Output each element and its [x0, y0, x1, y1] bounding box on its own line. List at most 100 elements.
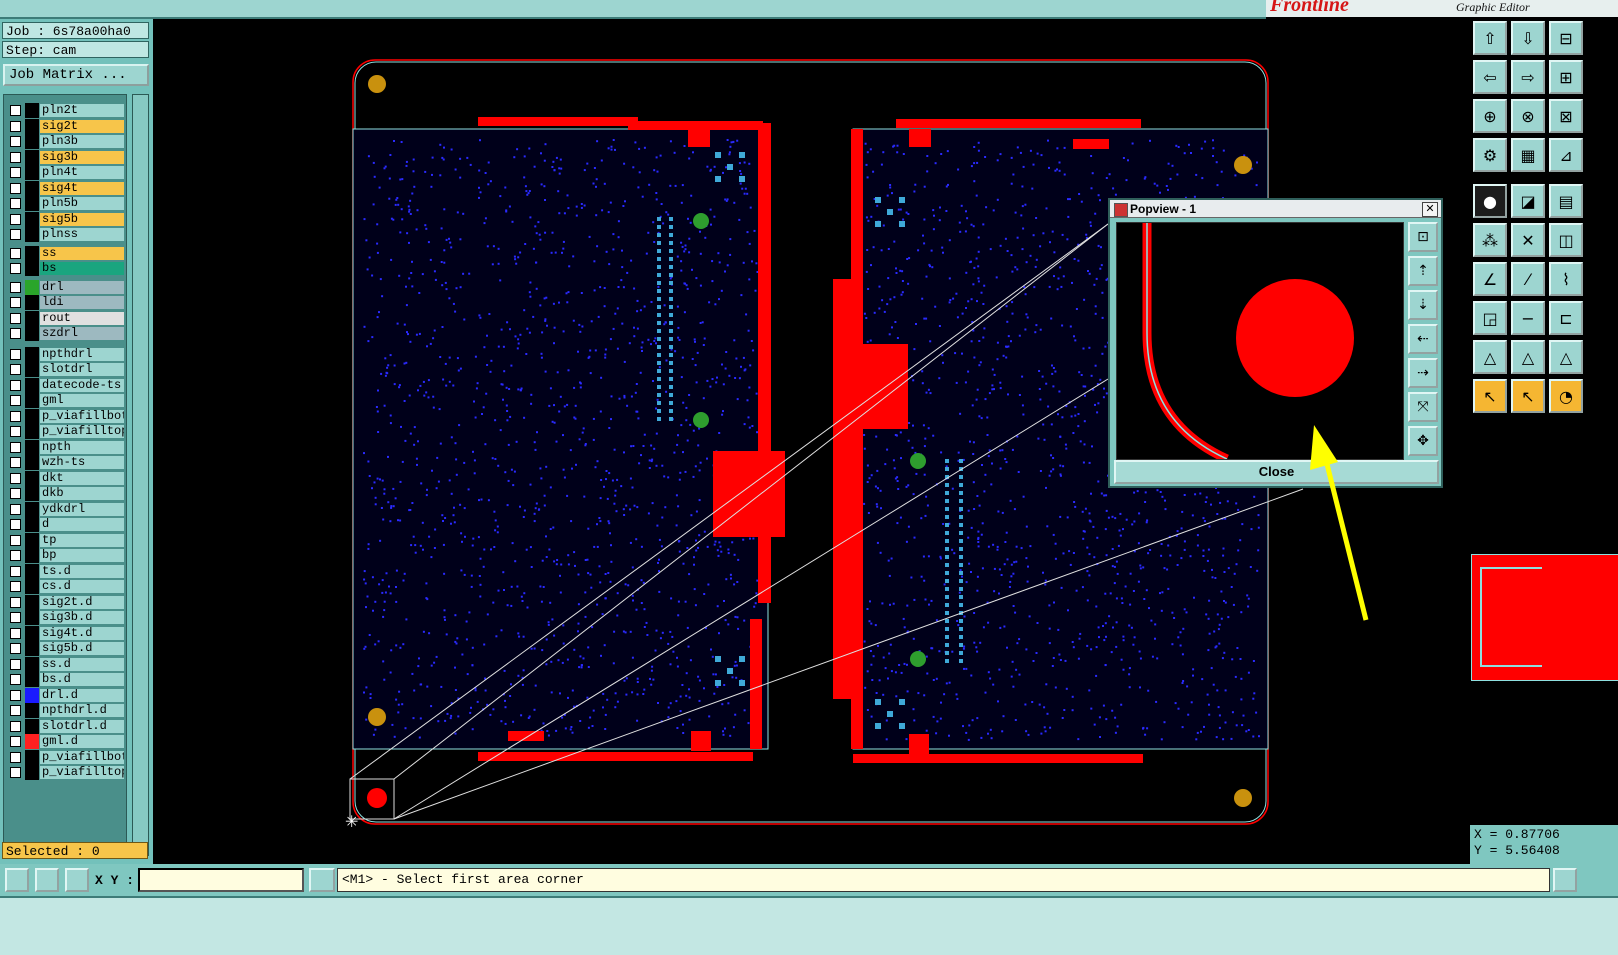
layer-checkbox[interactable] [10, 519, 21, 530]
layer-color-swatch[interactable] [25, 439, 39, 455]
layer-name[interactable]: szdrl [40, 327, 124, 340]
layer-row[interactable]: drl [4, 279, 126, 295]
layer-name[interactable]: tp [40, 533, 124, 547]
layer-checkbox[interactable] [10, 395, 21, 406]
layer-color-swatch[interactable] [25, 594, 39, 610]
layer-color-swatch[interactable] [25, 279, 39, 295]
layer-color-swatch[interactable] [25, 687, 39, 703]
tri-c-icon[interactable]: △ [1549, 340, 1583, 374]
view-extra-icon[interactable]: ⊟ [1549, 21, 1583, 55]
select-pad-icon[interactable]: ● [1473, 184, 1507, 218]
layer-checkbox[interactable] [10, 441, 21, 453]
layer-name[interactable]: pln5b [40, 197, 124, 210]
layer-row[interactable]: npth [4, 439, 126, 455]
pointer-a-icon[interactable]: ↖ [1473, 379, 1507, 413]
layer-color-swatch[interactable] [25, 165, 39, 180]
layer-name[interactable]: pln4t [40, 166, 124, 179]
layer-color-swatch[interactable] [25, 295, 39, 310]
layer-row[interactable]: datecode-ts [4, 377, 126, 393]
layer-checkbox[interactable] [10, 488, 21, 499]
layer-checkbox[interactable] [10, 213, 21, 225]
layer-name[interactable]: bs [40, 262, 124, 275]
layer-row[interactable]: p_viafillbot [4, 408, 126, 424]
layer-color-swatch[interactable] [25, 134, 39, 149]
zoom-home-button[interactable]: ✥ [1408, 426, 1438, 456]
pan-right-button[interactable]: ⇢ [1408, 358, 1438, 388]
layer-checkbox[interactable] [10, 281, 21, 293]
popview-close-button[interactable]: Close [1114, 460, 1439, 484]
layer-name[interactable]: p_viafillbot [40, 409, 124, 423]
layer-checkbox[interactable] [10, 736, 21, 747]
layer-checkbox[interactable] [10, 410, 21, 422]
layer-checkbox[interactable] [10, 105, 21, 116]
layer-checkbox[interactable] [10, 182, 21, 194]
zoom-out-button[interactable]: ⇣ [1408, 290, 1438, 320]
slice-icon[interactable]: ⁄ [1511, 262, 1545, 296]
layer-checkbox[interactable] [10, 720, 21, 732]
layer-row[interactable]: npthdrl.d [4, 703, 126, 718]
view-up-icon[interactable]: ⇧ [1473, 21, 1507, 55]
zoom-in-icon[interactable]: ⊕ [1473, 99, 1507, 133]
tri-a-icon[interactable]: △ [1473, 340, 1507, 374]
layer-color-swatch[interactable] [25, 501, 39, 517]
layer-row[interactable]: npthdrl [4, 346, 126, 362]
layer-color-swatch[interactable] [25, 579, 39, 594]
layer-color-swatch[interactable] [25, 517, 39, 532]
layer-color-swatch[interactable] [25, 362, 39, 377]
layer-checkbox[interactable] [10, 751, 21, 763]
zoom-extra-icon[interactable]: ⊠ [1549, 99, 1583, 133]
layer-color-swatch[interactable] [25, 180, 39, 196]
zoom-in-button[interactable]: ⇡ [1408, 256, 1438, 286]
layer-checkbox[interactable] [10, 581, 21, 592]
layer-checkbox[interactable] [10, 136, 21, 147]
layer-name[interactable]: d [40, 518, 124, 531]
layer-name[interactable]: ss.d [40, 657, 124, 671]
layer-name[interactable]: sig3b [40, 150, 124, 164]
layer-color-swatch[interactable] [25, 227, 39, 242]
layer-color-swatch[interactable] [25, 672, 39, 687]
clock-icon[interactable]: ◔ [1549, 379, 1583, 413]
zoom-area-button[interactable]: ⤧ [1408, 392, 1438, 422]
layer-checkbox[interactable] [10, 379, 21, 391]
layer-row[interactable]: pln2t [4, 103, 126, 118]
layer-row[interactable]: ss.d [4, 656, 126, 672]
layer-name[interactable]: slotdrl.d [40, 719, 124, 733]
layer-color-swatch[interactable] [25, 749, 39, 765]
layer-row[interactable]: sig5b.d [4, 641, 126, 656]
layer-color-swatch[interactable] [25, 326, 39, 341]
layer-name[interactable]: ldi [40, 296, 124, 309]
grid-icon[interactable] [65, 868, 89, 892]
layer-color-swatch[interactable] [25, 149, 39, 165]
delete-icon[interactable]: ✕ [1511, 223, 1545, 257]
layer-color-swatch[interactable] [25, 548, 39, 563]
layer-row[interactable]: pln4t [4, 165, 126, 180]
layer-name[interactable]: wzh-ts [40, 456, 124, 469]
tri-b-icon[interactable]: △ [1511, 340, 1545, 374]
info-icon[interactable] [309, 868, 335, 892]
layer-checkbox[interactable] [10, 229, 21, 240]
pan-extra-icon[interactable]: ⊞ [1549, 60, 1583, 94]
layer-row[interactable]: sig4t.d [4, 625, 126, 641]
layer-row[interactable]: cs.d [4, 579, 126, 594]
layer-color-swatch[interactable] [25, 641, 39, 656]
layer-color-swatch[interactable] [25, 245, 39, 261]
square-icon[interactable]: ◲ [1473, 301, 1507, 335]
layer-row[interactable]: bs.d [4, 672, 126, 687]
layer-name[interactable]: bp [40, 549, 124, 562]
pan-left-button[interactable]: ⇠ [1408, 324, 1438, 354]
layer-list-scrollbar[interactable] [132, 94, 149, 856]
layer-row[interactable]: wzh-ts [4, 455, 126, 470]
layer-row[interactable]: szdrl [4, 326, 126, 341]
layer-name[interactable]: sig5b [40, 212, 124, 226]
layer-checkbox[interactable] [10, 627, 21, 639]
feature-icon[interactable]: ⊿ [1549, 138, 1583, 172]
layer-name[interactable]: pln2t [40, 104, 124, 117]
popview-window[interactable]: Popview - 1 ✕ ⊡ ⇡ ⇣ ⇠ ⇢ ⤧ ✥ Close [1108, 198, 1443, 488]
layer-name[interactable]: npth [40, 440, 124, 454]
layer-color-swatch[interactable] [25, 393, 39, 408]
layer-row[interactable]: sig2t [4, 118, 126, 134]
layer-color-swatch[interactable] [25, 486, 39, 501]
layer-row[interactable]: pln5b [4, 196, 126, 211]
layer-name[interactable]: sig4t.d [40, 626, 124, 640]
layer-name[interactable]: dkb [40, 487, 124, 500]
